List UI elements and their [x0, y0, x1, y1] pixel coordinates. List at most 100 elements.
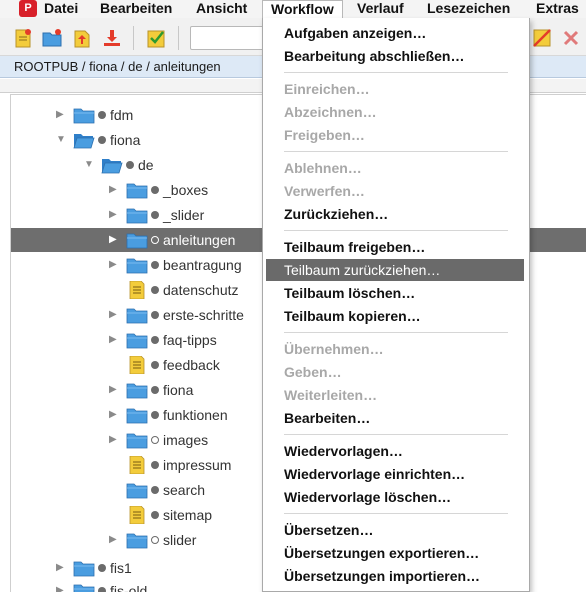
- expand-down-icon[interactable]: ▼: [84, 159, 94, 171]
- expand-right-icon[interactable]: ▶: [109, 534, 119, 546]
- tree-row-label: images: [163, 432, 209, 448]
- menu-separator: [284, 434, 508, 435]
- document-icon: [126, 355, 148, 375]
- tree-row-label: fdm: [110, 107, 134, 123]
- status-dot-filled-icon: [98, 136, 106, 144]
- tree-row-label: funktionen: [163, 407, 228, 423]
- menu-item-ablehnen: Ablehnen…: [284, 160, 362, 176]
- no-twisty: [109, 359, 119, 371]
- expand-right-icon[interactable]: ▶: [109, 384, 119, 396]
- status-dot-hollow-icon: [151, 436, 159, 444]
- expand-right-icon[interactable]: ▶: [109, 434, 119, 446]
- menu-item-geben: Geben…: [284, 364, 342, 380]
- status-dot-filled-icon: [151, 461, 159, 469]
- status-dot-filled-icon: [98, 111, 106, 119]
- folder-icon: [126, 181, 148, 199]
- tree-row-label: impressum: [163, 457, 232, 473]
- menu-item-teilbaum-zurückziehen[interactable]: Teilbaum zurückziehen…: [266, 259, 524, 281]
- folder-icon: [126, 531, 148, 549]
- menu-item-bearbeiten[interactable]: Bearbeiten…: [263, 407, 529, 429]
- status-dot-filled-icon: [151, 186, 159, 194]
- menu-bearbeiten[interactable]: Bearbeiten: [100, 0, 172, 17]
- new-document-icon[interactable]: [12, 27, 34, 49]
- menu-item-übernehmen: Übernehmen…: [284, 341, 384, 357]
- menu-extras[interactable]: Extras: [536, 0, 579, 17]
- menu-workflow[interactable]: Workflow: [262, 0, 343, 19]
- tree-row-label: fis1: [110, 560, 132, 576]
- menu-item-wiedervorlagen[interactable]: Wiedervorlagen…: [263, 440, 529, 462]
- menu-item-weiterleiten: Weiterleiten…: [284, 387, 378, 403]
- document-icon: [126, 455, 148, 475]
- status-dot-filled-icon: [151, 336, 159, 344]
- folder-icon: [73, 559, 95, 577]
- folder-icon: [126, 231, 148, 249]
- status-dot-filled-icon: [151, 211, 159, 219]
- no-twisty: [109, 484, 119, 496]
- menu-item-teilbaum-löschen[interactable]: Teilbaum löschen…: [263, 282, 529, 304]
- tree-row-label: _boxes: [163, 182, 209, 198]
- menu-item-übersetzungen-exportieren[interactable]: Übersetzungen exportieren…: [263, 542, 529, 564]
- tree-row-label: fiona: [163, 382, 194, 398]
- expand-right-icon[interactable]: ▶: [56, 562, 66, 574]
- download-icon[interactable]: [101, 27, 123, 49]
- expand-right-icon[interactable]: ▶: [56, 585, 66, 592]
- folder-icon: [126, 306, 148, 324]
- menu-item-übersetzungen-importieren[interactable]: Übersetzungen importieren…: [263, 565, 529, 587]
- status-dot-filled-icon: [151, 411, 159, 419]
- no-twisty: [109, 509, 119, 521]
- tree-row-label: fiona: [110, 132, 141, 148]
- menu-separator: [284, 72, 508, 73]
- menu-item-aufgaben-anzeigen[interactable]: Aufgaben anzeigen…: [263, 22, 529, 44]
- status-dot-filled-icon: [151, 511, 159, 519]
- toolbar-separator: [133, 26, 134, 50]
- status-dot-filled-icon: [151, 311, 159, 319]
- expand-right-icon[interactable]: ▶: [109, 184, 119, 196]
- toolbar-separator: [178, 26, 179, 50]
- tree-row-label: de: [138, 157, 154, 173]
- menu-item-wiedervorlage-löschen[interactable]: Wiedervorlage löschen…: [263, 486, 529, 508]
- expand-right-icon[interactable]: ▶: [56, 109, 66, 121]
- expand-right-icon[interactable]: ▶: [109, 209, 119, 221]
- expand-right-icon[interactable]: ▶: [109, 259, 119, 271]
- checklist-icon[interactable]: [145, 27, 167, 49]
- folder-icon: [126, 406, 148, 424]
- expand-right-icon[interactable]: ▶: [109, 334, 119, 346]
- tree-row-label: beantragung: [163, 257, 242, 273]
- status-dot-filled-icon: [98, 587, 106, 592]
- menu-item-zurückziehen[interactable]: Zurückziehen…: [263, 203, 529, 225]
- tree-row-label: anleitungen: [163, 232, 236, 248]
- no-twisty: [109, 284, 119, 296]
- menu-datei[interactable]: Datei: [44, 0, 78, 17]
- tree-row-label: erste-schritte: [163, 307, 244, 323]
- menu-item-teilbaum-kopieren[interactable]: Teilbaum kopieren…: [263, 305, 529, 327]
- menu-item-übersetzen[interactable]: Übersetzen…: [263, 519, 529, 541]
- expand-right-icon[interactable]: ▶: [109, 309, 119, 321]
- menu-lesezeichen[interactable]: Lesezeichen: [427, 0, 510, 17]
- tree-row-label: _slider: [163, 207, 205, 223]
- expand-right-icon[interactable]: ▶: [109, 409, 119, 421]
- tree-row-label: slider: [163, 532, 197, 548]
- status-dot-filled-icon: [151, 361, 159, 369]
- new-folder-icon[interactable]: [41, 27, 63, 49]
- menu-separator: [284, 332, 508, 333]
- upload-icon[interactable]: [71, 27, 93, 49]
- expand-down-icon[interactable]: ▼: [56, 134, 66, 146]
- tree-row-label: search: [163, 482, 206, 498]
- menu-item-wiedervorlage-einrichten[interactable]: Wiedervorlage einrichten…: [263, 463, 529, 485]
- toolbar-search-input[interactable]: [190, 26, 270, 50]
- expand-right-icon[interactable]: ▶: [109, 234, 119, 246]
- tree-row-label: fis-old: [110, 583, 148, 592]
- no-edit-icon[interactable]: [531, 27, 553, 49]
- close-icon[interactable]: [560, 27, 582, 49]
- menu-separator: [284, 230, 508, 231]
- document-icon: [126, 280, 148, 300]
- menu-item-bearbeitung-abschließen[interactable]: Bearbeitung abschließen…: [263, 45, 529, 67]
- menu-item-teilbaum-freigeben[interactable]: Teilbaum freigeben…: [263, 236, 529, 258]
- menu-ansicht[interactable]: Ansicht: [196, 0, 247, 17]
- folder-icon: [126, 206, 148, 224]
- menu-verlauf[interactable]: Verlauf: [357, 0, 404, 17]
- menu-item-verwerfen: Verwerfen…: [284, 183, 365, 199]
- status-dot-filled-icon: [151, 261, 159, 269]
- status-dot-hollow-icon: [151, 236, 159, 244]
- menu-item-freigeben: Freigeben…: [284, 127, 365, 143]
